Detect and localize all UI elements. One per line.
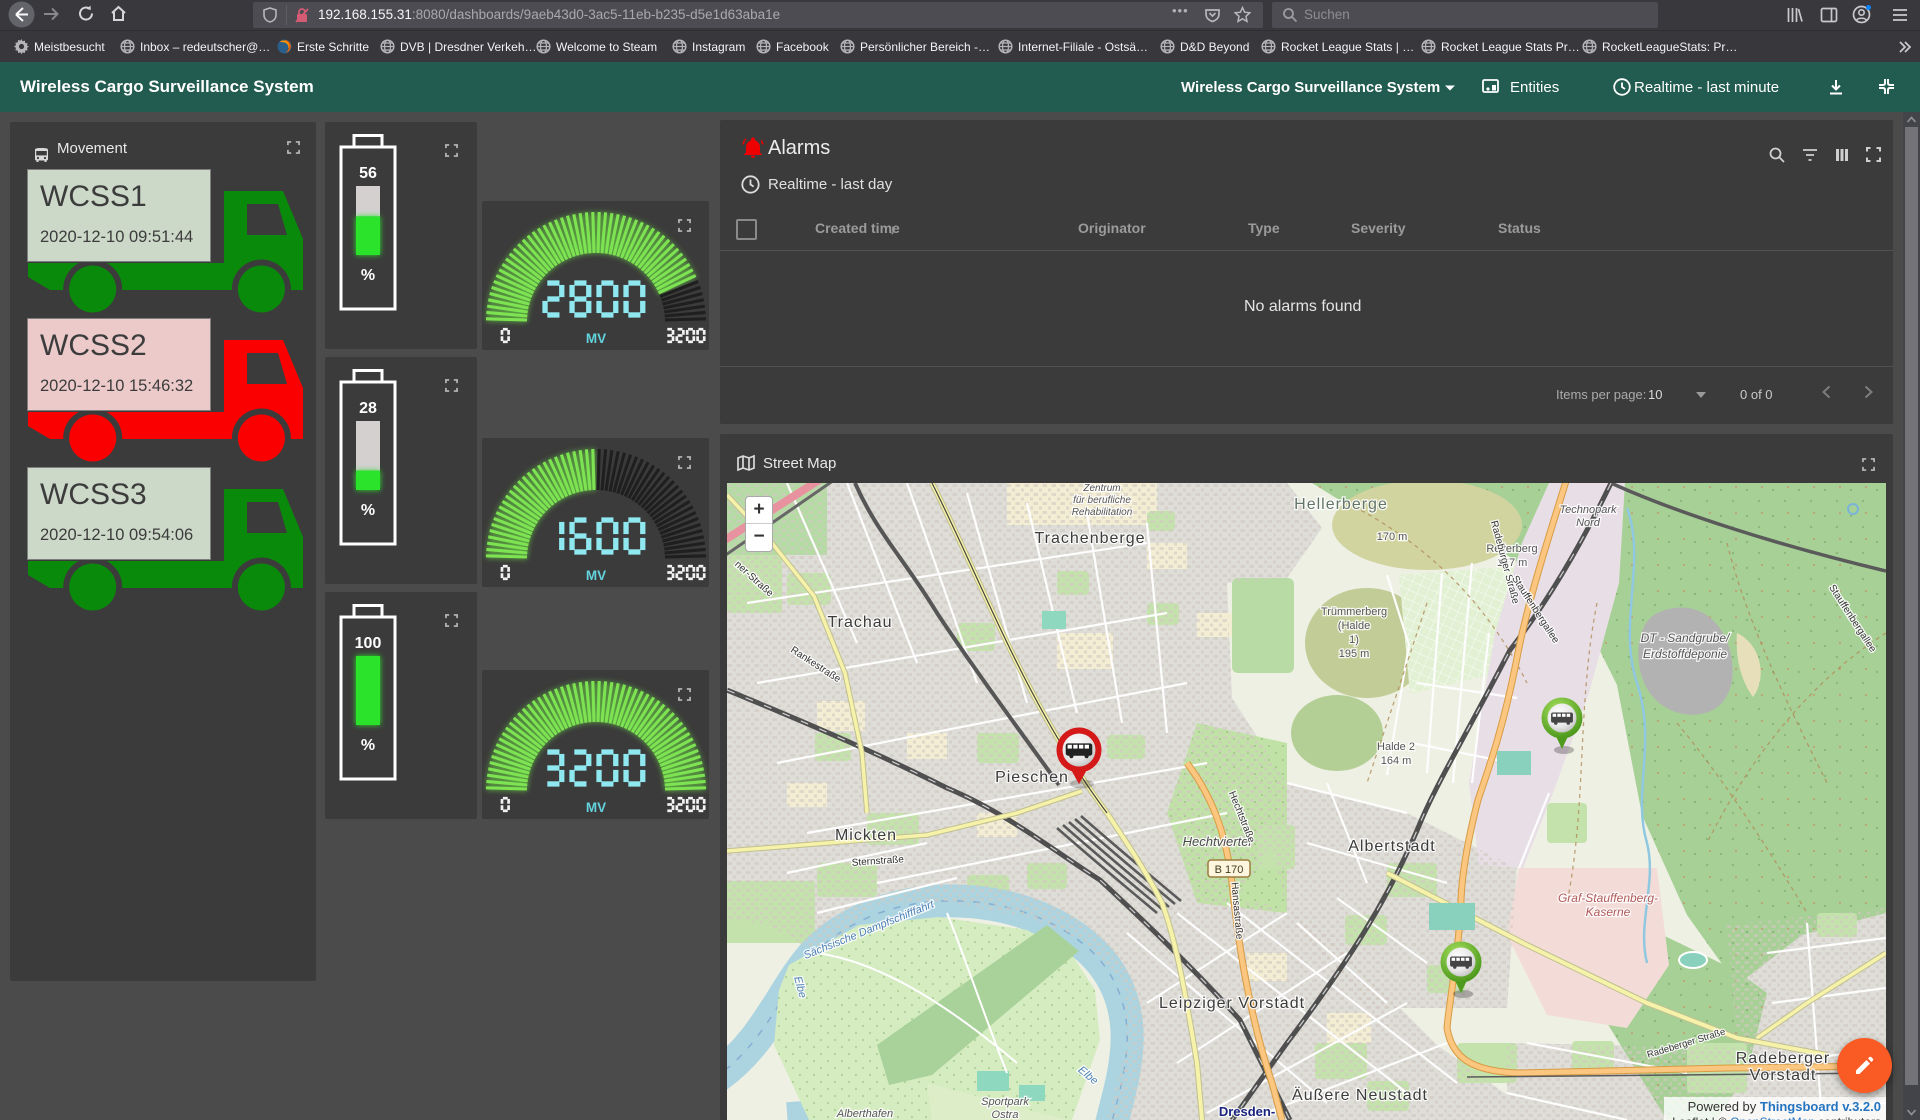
svg-text:(Halde: (Halde [1338, 620, 1370, 632]
svg-text:%: % [361, 267, 375, 284]
svg-text:Sportpark: Sportpark [981, 1096, 1029, 1108]
svg-text:Leipziger Vorstadt: Leipziger Vorstadt [1159, 995, 1305, 1012]
svg-text:195 m: 195 m [1339, 648, 1370, 660]
svg-text:%: % [361, 502, 375, 519]
svg-text:100: 100 [355, 635, 382, 652]
svg-text:170 m: 170 m [1377, 531, 1408, 543]
svg-text:164 m: 164 m [1381, 755, 1412, 767]
svg-text:Äußere Neustadt: Äußere Neustadt [1292, 1086, 1428, 1104]
svg-text:Trachenberge: Trachenberge [1034, 530, 1145, 547]
svg-text:Alberthafen: Alberthafen [836, 1108, 893, 1120]
svg-text:Ostra: Ostra [992, 1109, 1019, 1120]
svg-text:MV: MV [586, 800, 606, 815]
svg-text:für berufliche: für berufliche [1073, 495, 1131, 506]
svg-text:56: 56 [359, 165, 377, 182]
svg-text:MV: MV [586, 331, 606, 346]
svg-text:MV: MV [586, 568, 606, 583]
svg-text:Trachau: Trachau [827, 614, 892, 631]
svg-text:Dresden-: Dresden- [1219, 1104, 1275, 1119]
svg-text:Radeberger: Radeberger [1736, 1050, 1831, 1067]
svg-text:Pieschen: Pieschen [995, 769, 1069, 786]
svg-text:Hellerberge: Hellerberge [1294, 496, 1388, 513]
svg-text:28: 28 [359, 400, 377, 417]
svg-text:Technopark: Technopark [1559, 504, 1617, 516]
svg-text:Halde 2: Halde 2 [1377, 741, 1415, 753]
svg-text:Vorstadt: Vorstadt [1750, 1067, 1817, 1084]
svg-text:Albertstadt: Albertstadt [1348, 838, 1435, 855]
svg-text:DT - Sandgrube/: DT - Sandgrube/ [1641, 631, 1731, 645]
svg-text:1): 1) [1349, 634, 1359, 646]
svg-text:Erdstoffdeponie: Erdstoffdeponie [1643, 647, 1727, 661]
svg-text:Nord: Nord [1576, 517, 1601, 529]
svg-text:Rehabilitation: Rehabilitation [1072, 507, 1133, 518]
svg-text:Mickten: Mickten [835, 827, 897, 844]
svg-text:Hechtviertel: Hechtviertel [1183, 834, 1253, 849]
svg-text:Zentrum: Zentrum [1082, 483, 1120, 494]
svg-text:B 170: B 170 [1215, 864, 1244, 876]
svg-text:Trümmerberg: Trümmerberg [1321, 606, 1387, 618]
svg-text:Graf-Stauffenberg-: Graf-Stauffenberg- [1558, 891, 1658, 905]
svg-text:%: % [361, 737, 375, 754]
svg-text:Kaserne: Kaserne [1586, 905, 1631, 919]
